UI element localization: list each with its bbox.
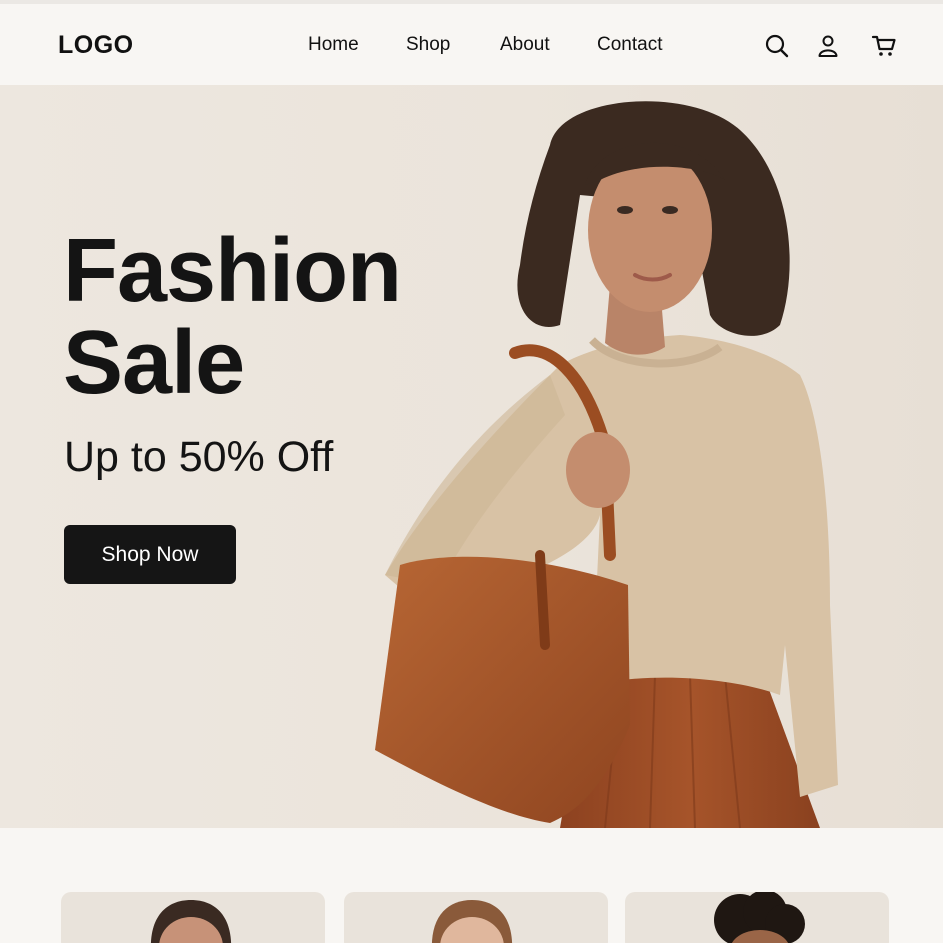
product-card-image — [431, 900, 513, 943]
shop-now-button[interactable]: Shop Now — [64, 525, 236, 584]
product-card[interactable] — [344, 892, 608, 943]
account-icon[interactable] — [814, 32, 842, 60]
nav-link-about[interactable]: About — [500, 34, 550, 56]
product-card-image — [714, 892, 805, 943]
logo[interactable]: LOGO — [58, 31, 134, 60]
hero-title: Fashion Sale — [63, 225, 402, 409]
cart-icon[interactable] — [870, 32, 898, 60]
hero-banner: Fashion Sale Up to 50% Off Shop Now — [0, 85, 943, 828]
nav-link-contact[interactable]: Contact — [597, 34, 662, 56]
model-photo — [375, 101, 838, 828]
hero-title-line-1: Fashion — [63, 221, 402, 321]
product-card[interactable] — [61, 892, 325, 943]
nav-link-home[interactable]: Home — [308, 34, 359, 56]
hero-title-line-2: Sale — [63, 313, 245, 413]
hero-subtitle: Up to 50% Off — [64, 433, 334, 481]
product-card[interactable] — [625, 892, 889, 943]
nav-link-shop[interactable]: Shop — [406, 34, 450, 56]
product-cards — [0, 828, 943, 943]
search-icon[interactable] — [763, 32, 791, 60]
product-card-image — [150, 900, 232, 943]
top-navbar: LOGO Home Shop About Contact — [0, 0, 943, 85]
